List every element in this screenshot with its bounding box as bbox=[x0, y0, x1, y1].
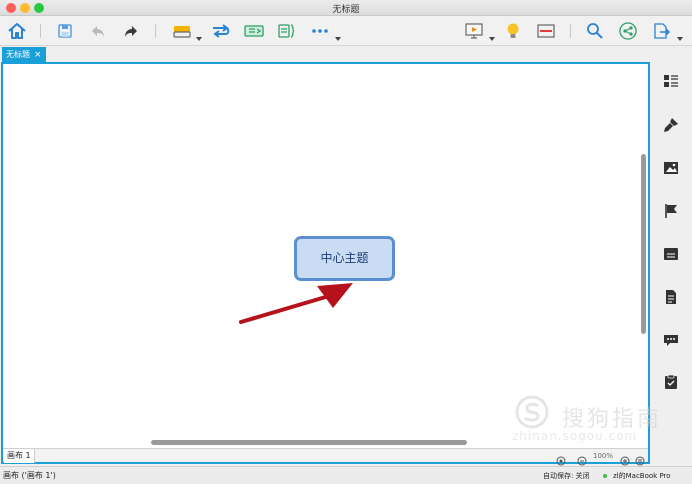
search-icon[interactable] bbox=[585, 21, 605, 41]
tab-untitled[interactable]: 无标题 × bbox=[2, 47, 46, 62]
document-tab-bar: 无标题 × bbox=[0, 46, 692, 62]
notes-icon[interactable] bbox=[662, 288, 680, 306]
summary-icon[interactable] bbox=[243, 21, 265, 41]
redo-icon[interactable] bbox=[122, 21, 140, 41]
sogou-logo-icon bbox=[515, 395, 549, 429]
tab-label: 无标题 bbox=[6, 50, 30, 59]
online-status-dot bbox=[603, 474, 607, 478]
horizontal-scrollbar[interactable] bbox=[151, 440, 467, 445]
share-icon[interactable] bbox=[618, 21, 638, 41]
style-brush-icon[interactable] bbox=[662, 116, 680, 134]
pointer-arrow-annotation bbox=[239, 283, 353, 324]
more-icon[interactable] bbox=[311, 21, 329, 41]
zoom-out-icon[interactable] bbox=[577, 451, 587, 466]
toolbar-separator bbox=[570, 24, 571, 38]
mindmap-canvas[interactable]: 中心主题 bbox=[3, 64, 640, 448]
insert-topic-icon[interactable] bbox=[172, 21, 192, 41]
close-icon[interactable]: × bbox=[34, 50, 42, 60]
sheet-tab[interactable]: 画布 1 bbox=[4, 449, 35, 463]
task-icon[interactable] bbox=[662, 373, 680, 391]
vertical-scrollbar[interactable] bbox=[641, 154, 646, 334]
marker-flag-icon[interactable] bbox=[662, 202, 680, 220]
save-icon[interactable] bbox=[56, 21, 74, 41]
idea-icon[interactable] bbox=[504, 21, 522, 41]
sheet-bar: 画布 1 100% bbox=[3, 448, 648, 466]
chevron-down-icon[interactable] bbox=[335, 27, 341, 41]
export-icon[interactable] bbox=[651, 21, 671, 41]
toolbar-separator bbox=[155, 24, 156, 38]
relationship-icon[interactable] bbox=[210, 21, 232, 41]
status-bar: 画布 ('画布 1') 自动保存: 关闭 zl的MacBook Pro bbox=[0, 466, 692, 484]
title-bar: 无标题 bbox=[0, 0, 692, 16]
autosave-status[interactable]: 自动保存: 关闭 bbox=[543, 471, 590, 481]
chevron-down-icon[interactable] bbox=[677, 27, 683, 41]
fit-view-icon[interactable] bbox=[556, 451, 566, 466]
central-topic[interactable]: 中心主题 bbox=[294, 236, 395, 281]
status-sheet: 画布 ('画布 1') bbox=[3, 471, 56, 480]
chevron-down-icon[interactable] bbox=[196, 27, 202, 41]
text-icon[interactable] bbox=[662, 245, 680, 263]
boundary-icon[interactable] bbox=[276, 21, 296, 41]
window-title: 无标题 bbox=[332, 5, 360, 15]
zoom-in-icon[interactable] bbox=[620, 451, 630, 466]
format-icon[interactable] bbox=[662, 72, 680, 90]
zoom-menu-icon[interactable] bbox=[635, 451, 645, 466]
watermark-url: zhinan.sogou.com bbox=[512, 429, 638, 443]
zoom-level: 100% bbox=[593, 452, 614, 460]
home-icon[interactable] bbox=[7, 21, 27, 41]
device-name: zl的MacBook Pro bbox=[613, 472, 671, 480]
comment-icon[interactable] bbox=[662, 331, 680, 349]
presentation-icon[interactable] bbox=[464, 21, 484, 41]
image-icon[interactable] bbox=[662, 159, 680, 177]
app-window: 无标题 无标题 × 中心主题 画布 1 100% 搜狗指南 zhinan.sog… bbox=[0, 0, 692, 484]
undo-icon[interactable] bbox=[89, 21, 107, 41]
toolbar-separator bbox=[40, 24, 41, 38]
toolbar bbox=[0, 16, 692, 46]
watermark: 搜狗指南 zhinan.sogou.com bbox=[510, 395, 680, 445]
chevron-down-icon[interactable] bbox=[489, 27, 495, 41]
outline-icon[interactable] bbox=[536, 21, 556, 41]
